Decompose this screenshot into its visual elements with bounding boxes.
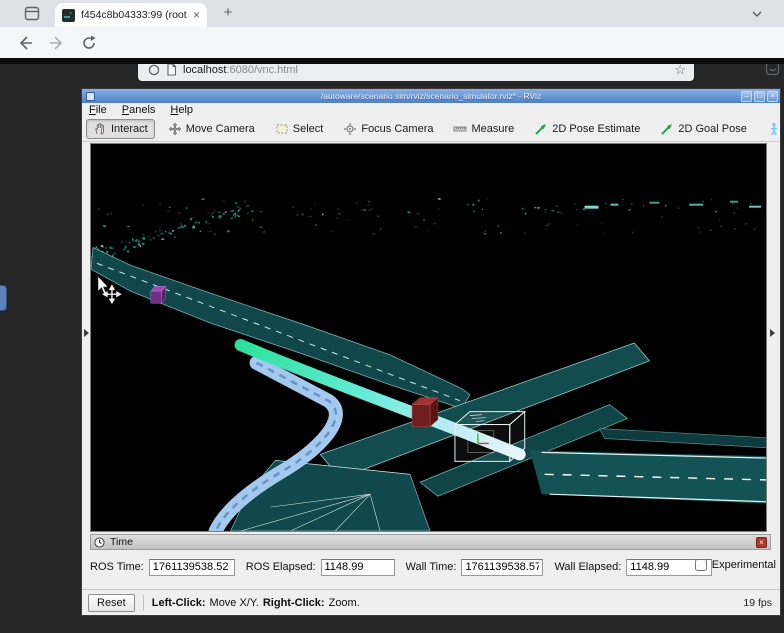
tab-favicon [62, 9, 75, 22]
url-text: localhost:6080/vnc.html [183, 64, 298, 76]
tool-move-camera[interactable]: Move Camera [161, 119, 262, 139]
ruler-icon [453, 122, 467, 136]
browser-tab-strip: f454c8b04333:99 (root) × + [0, 0, 784, 27]
pedestrian-icon [767, 122, 781, 136]
menu-file[interactable]: File [89, 104, 107, 116]
tool-focus-camera[interactable]: Focus Camera [336, 119, 440, 139]
mouse-cursor [98, 276, 108, 293]
time-panel-close-icon[interactable]: × [756, 537, 767, 548]
rviz-window-title: /autoware/scenario.sim/rviz/scenario_sim… [82, 91, 780, 101]
browser-tab[interactable]: f454c8b04333:99 (root) × [55, 3, 207, 27]
ros-elapsed-label: ROS Elapsed: [246, 561, 316, 573]
rviz-window: /autoware/scenario.sim/rviz/scenario_sim… [82, 89, 780, 615]
rviz-menubar: File Panels Help [82, 103, 780, 117]
tool-2d-goal-pose-label: 2D Goal Pose [678, 123, 746, 135]
statusbar-separator [143, 595, 144, 611]
obstacle-box [412, 398, 438, 427]
desktop-top-strip [0, 58, 784, 64]
browser-nav-row: localhost:6080/vnc.html ☆ [0, 27, 784, 58]
tool-2d-pose-estimate[interactable]: 2D Pose Estimate [527, 119, 647, 139]
new-tab-button[interactable]: + [218, 3, 238, 23]
statusbar-hint: Left-Click:Move X/Y.Right-Click:Zoom. [152, 597, 364, 609]
road-horizontal-right [530, 450, 766, 504]
tool-measure[interactable]: Measure [446, 119, 521, 139]
experimental-checkbox[interactable] [695, 559, 707, 571]
tool-interact[interactable]: Interact [86, 119, 155, 139]
tool-select[interactable]: Select [268, 119, 331, 139]
move-icon [168, 122, 182, 136]
dummy-pedestrian-box [151, 286, 166, 303]
url-path: :6080/vnc.html [226, 64, 298, 76]
experimental-group: Experimental [695, 559, 776, 571]
views-panel-toggle-icon[interactable] [770, 329, 775, 337]
rviz-3d-viewport[interactable] [90, 143, 767, 532]
fps-counter: 19 fps [743, 597, 774, 609]
ros-time-input[interactable] [149, 559, 235, 576]
intersection-area [231, 460, 430, 531]
tool-interact-label: Interact [111, 123, 148, 135]
ros-elapsed-input[interactable] [321, 559, 395, 576]
tab-title: f454c8b04333:99 (root) [81, 9, 187, 21]
tab-list-chevron-icon[interactable] [750, 7, 764, 21]
reset-button[interactable]: Reset [88, 594, 135, 612]
rviz-titlebar[interactable]: /autoware/scenario.sim/rviz/scenario_sim… [82, 89, 780, 103]
lidar-pointcloud [91, 198, 755, 257]
forward-icon[interactable] [48, 34, 66, 52]
tool-measure-label: Measure [471, 123, 514, 135]
tool-2d-dummy-pedestrian[interactable]: 2D Dummy Pedestrian [760, 119, 784, 139]
site-info-shield-icon[interactable] [148, 64, 160, 76]
time-panel-fields: ROS Time: ROS Elapsed: Wall Time: Wall E… [90, 556, 770, 578]
pointcloud-bright-clusters [585, 201, 761, 209]
time-panel-title: Time [110, 536, 133, 548]
wall-elapsed-label: Wall Elapsed: [554, 561, 621, 573]
tool-2d-goal-pose[interactable]: 2D Goal Pose [653, 119, 753, 139]
ego-vehicle-wireframe [455, 412, 525, 462]
tool-focus-camera-label: Focus Camera [361, 123, 433, 135]
tool-select-label: Select [293, 123, 324, 135]
tool-move-camera-label: Move Camera [186, 123, 255, 135]
minimize-button[interactable]: – [741, 91, 752, 102]
time-panel-header[interactable]: Time × [90, 534, 771, 550]
clock-icon [94, 537, 105, 548]
wall-time-label: Wall Time: [406, 561, 457, 573]
menu-help[interactable]: Help [170, 104, 193, 116]
experimental-label: Experimental [712, 559, 776, 571]
ros-time-label: ROS Time: [90, 561, 144, 573]
rviz-toolbar: Interact Move Camera Select Focus Camera [82, 117, 780, 142]
maximize-button[interactable]: □ [754, 91, 765, 102]
rviz-statusbar: Reset Left-Click:Move X/Y.Right-Click:Zo… [82, 589, 780, 615]
novnc-control-handle[interactable] [0, 285, 7, 311]
close-button[interactable]: × [767, 91, 778, 102]
road-far-right-band [599, 429, 766, 449]
road-upper-left [91, 247, 470, 408]
focus-icon [343, 122, 357, 136]
hand-icon [93, 122, 107, 136]
tab-close-icon[interactable]: × [193, 9, 200, 21]
menu-panels[interactable]: Panels [122, 104, 156, 116]
tab-overview-icon[interactable] [24, 6, 40, 21]
scene-svg [91, 144, 766, 531]
move-cross-cursor [103, 286, 120, 303]
select-box-icon [275, 122, 289, 136]
green-arrow-icon [534, 122, 548, 136]
url-host: localhost [183, 64, 226, 76]
reload-icon[interactable] [80, 34, 98, 52]
displays-panel-toggle-icon[interactable] [84, 329, 89, 337]
wall-time-input[interactable] [461, 559, 543, 576]
tool-2d-pose-estimate-label: 2D Pose Estimate [552, 123, 640, 135]
page-icon[interactable] [166, 63, 177, 76]
green-arrow-icon [660, 122, 674, 136]
back-icon[interactable] [16, 34, 34, 52]
